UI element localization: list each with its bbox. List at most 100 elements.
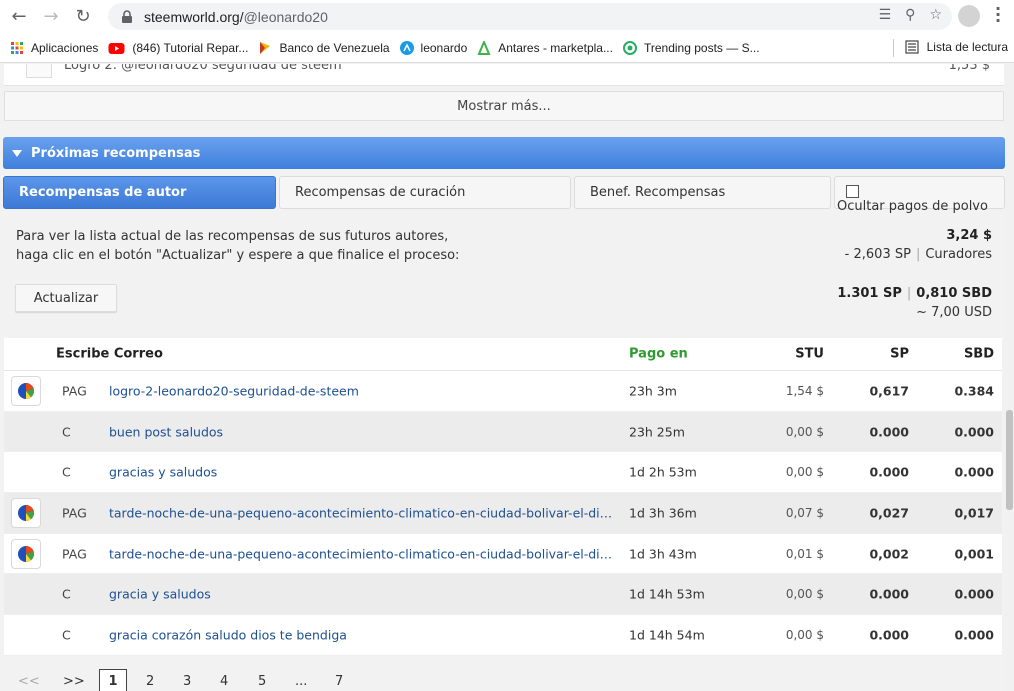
previous-post-amount: 1,53 $ (948, 64, 990, 73)
pager-page-4[interactable]: 4 (220, 669, 228, 691)
post-link[interactable]: buen post saludos (109, 424, 223, 439)
tab-author-rewards[interactable]: Recompensas de autor (3, 176, 276, 209)
tab-benef-rewards[interactable]: Benef. Recompensas (574, 176, 831, 209)
bookmark-banco[interactable]: Banco de Venezuela (258, 41, 390, 55)
payout-time: 23h 25m (629, 424, 685, 440)
previous-post-title: Logro 2: @leonardo20 seguridad de steem (64, 64, 342, 73)
address-bar[interactable]: steemworld.org/@leonardo20 ☰ ⚲ ☆ (108, 3, 952, 30)
trending-icon (622, 40, 637, 55)
previous-post-row[interactable]: Logro 2: @leonardo20 seguridad de steem … (4, 64, 1004, 86)
bookmark-antares[interactable]: Antares - marketpla... (477, 40, 613, 55)
reading-list-icon (905, 40, 919, 54)
stu-value: 0,00 $ (785, 424, 824, 439)
pager-page-7[interactable]: 7 (335, 669, 343, 691)
pager-page-1[interactable]: 1 (99, 669, 127, 691)
bookmark-separator (893, 39, 894, 57)
table-row: Cgracia y saludos 1d 14h 53m 0,00 $ 0.000 0.… (4, 574, 1002, 616)
sp-value: 0.000 (869, 586, 909, 602)
instructions-text: Para ver la lista actual de las recompen… (16, 229, 460, 263)
sp-value: 0,617 (869, 383, 909, 399)
pagination: << >> 1 2 3 4 5 ... 7 (4, 667, 1004, 691)
post-thumbnail (26, 64, 52, 78)
sp-value: 0.000 (869, 464, 909, 480)
rewards-tabs: Recompensas de autor Recompensas de cura… (3, 176, 1005, 214)
row-type: PAG (62, 546, 87, 562)
row-type: PAG (62, 505, 87, 521)
bookmark-apps[interactable]: Aplicaciones (10, 41, 98, 55)
profile-avatar-icon[interactable] (958, 5, 980, 27)
header-author[interactable]: Escribe Correo (56, 347, 163, 362)
stu-value: 0,00 $ (785, 465, 824, 480)
pager-page-2[interactable]: 2 (146, 669, 154, 691)
rewards-table: Escribe Correo Pago en STU SP SBD PAG log… (4, 338, 1002, 656)
reading-list[interactable]: Lista de lectura (905, 40, 1008, 54)
kebab-menu-icon[interactable]: · · · (994, 1, 1002, 29)
stu-value: 0,01 $ (785, 546, 824, 561)
collapse-triangle-icon (12, 149, 22, 157)
row-type: PAG (62, 383, 87, 399)
post-link[interactable]: gracia corazón saludo dios te bendiga (109, 627, 347, 642)
bookmarks-bar: Aplicaciones (846) Tutorial Repar... Ban… (0, 33, 1014, 63)
table-row: Cgracias y saludos 1d 2h 53m 0,00 $ 0.000 0.… (4, 452, 1002, 494)
upcoming-rewards-header[interactable]: Próximas recompensas (3, 137, 1005, 169)
sp-value: 0,002 (869, 546, 909, 562)
header-stu[interactable]: STU (795, 347, 824, 362)
back-arrow-icon[interactable]: ← (6, 4, 32, 30)
post-link[interactable]: tarde-noche-de-una-pequeno-acontecimient… (109, 546, 619, 561)
page-content: Logro 2: @leonardo20 seguridad de steem … (0, 64, 1014, 691)
lock-icon (122, 9, 132, 23)
header-sbd[interactable]: SBD (964, 347, 994, 362)
sp-value: 0,027 (869, 505, 909, 521)
stu-value: 0,00 $ (785, 587, 824, 602)
update-button[interactable]: Actualizar (15, 284, 117, 312)
pager-page-3[interactable]: 3 (183, 669, 191, 691)
pie-chart-icon[interactable] (11, 375, 41, 406)
payout-time: 1d 2h 53m (629, 464, 697, 480)
pager-next[interactable]: >> (63, 669, 85, 691)
header-pay-in[interactable]: Pago en (629, 347, 688, 362)
pie-chart-icon[interactable] (11, 538, 41, 569)
bookmark-leonardo[interactable]: leonardo (399, 40, 467, 55)
url-text: steemworld.org/@leonardo20 (144, 8, 328, 25)
show-more-button[interactable]: Mostrar más... (4, 91, 1004, 121)
star-icon[interactable]: ☆ (929, 7, 942, 23)
pie-chart-icon[interactable] (11, 497, 41, 528)
pager-ellipsis: ... (295, 673, 308, 689)
tab-curation-rewards[interactable]: Recompensas de curación (279, 176, 571, 209)
hide-dust-toggle[interactable]: Ocultar pagos de polvo (834, 176, 1005, 214)
summary-curators: - 2,603 SP | Curadores (844, 247, 992, 262)
reload-icon[interactable]: ↻ (70, 4, 96, 30)
stu-value: 0,00 $ (785, 627, 824, 642)
payout-time: 23h 3m (629, 383, 677, 399)
table-row: Cbuen post saludos 23h 25m 0,00 $ 0.000 0.00… (4, 411, 1002, 453)
hide-dust-checkbox[interactable] (846, 185, 859, 198)
hide-dust-label: Ocultar pagos de polvo (837, 199, 988, 214)
translate-icon[interactable]: ☰ (879, 7, 892, 23)
forward-arrow-icon[interactable]: → (38, 4, 64, 30)
post-link[interactable]: gracia y saludos (109, 587, 211, 602)
row-type: C (62, 627, 71, 643)
table-row: PAG tarde-noche-de-una-pequeno-acontecimi… (4, 533, 1002, 575)
table-header: Escribe Correo Pago en STU SP SBD (4, 338, 1002, 371)
payout-time: 1d 3h 36m (629, 505, 697, 521)
post-link[interactable]: tarde-noche-de-una-pequeno-acontecimient… (109, 505, 619, 520)
header-sp[interactable]: SP (890, 347, 909, 362)
stu-value: 0,07 $ (785, 505, 824, 520)
post-link[interactable]: gracias y saludos (109, 465, 217, 480)
pie-chart-svg (18, 545, 34, 562)
section-title: Próximas recompensas (31, 145, 201, 161)
pager-page-5[interactable]: 5 (258, 669, 266, 691)
post-link[interactable]: logro-2-leonardo20-seguridad-de-steem (109, 383, 359, 398)
table-row: PAG logro-2-leonardo20-seguridad-de-steem… (4, 371, 1002, 412)
browser-toolbar: ← → ↻ steemworld.org/@leonardo20 ☰ ⚲ ☆ ·… (0, 0, 1014, 33)
youtube-icon (108, 42, 125, 54)
pager-first[interactable]: << (18, 669, 40, 691)
stu-value: 1,54 $ (785, 383, 824, 398)
zoom-icon[interactable]: ⚲ (905, 7, 915, 23)
scrollbar-thumb[interactable] (1006, 410, 1013, 510)
page-scrollbar[interactable] (1005, 64, 1014, 691)
sbd-value: 0,001 (954, 546, 994, 562)
bookmark-youtube[interactable]: (846) Tutorial Repar... (108, 41, 248, 55)
bookmark-trending[interactable]: Trending posts — S... (622, 40, 760, 55)
row-type: C (62, 424, 71, 440)
